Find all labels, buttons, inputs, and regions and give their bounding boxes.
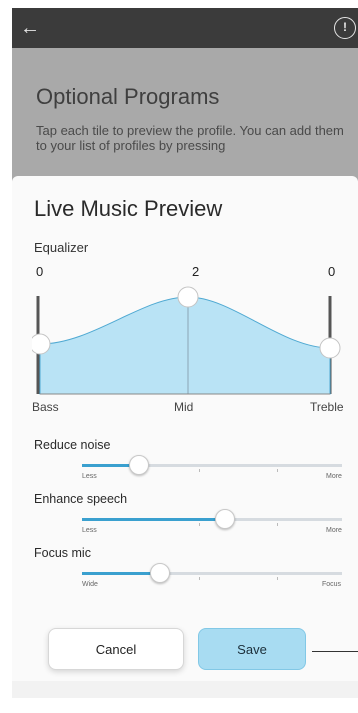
background-title: Optional Programs xyxy=(36,84,220,109)
slider-max-label: Focus xyxy=(322,581,342,588)
slider-min-label: Less xyxy=(82,527,97,534)
enhance-speech-label: Enhance speech xyxy=(34,492,128,506)
treble-label: Treble xyxy=(310,400,344,414)
slider-max-label: More xyxy=(326,527,342,534)
curve-area xyxy=(39,296,331,395)
slider-max-label: More xyxy=(326,473,342,480)
slider-tick xyxy=(277,577,278,580)
slider-min-label: Wide xyxy=(82,581,98,588)
preview-sheet: Live Music Preview Equalizer 0 2 0 Bass … xyxy=(12,176,358,681)
app-frame: ← ! Optional Programs Tap each tile to p… xyxy=(12,8,358,698)
reduce-noise-label: Reduce noise xyxy=(34,438,111,452)
treble-value: 0 xyxy=(328,264,336,279)
sheet-title: Live Music Preview xyxy=(34,196,223,221)
cancel-button[interactable]: Cancel xyxy=(48,628,184,670)
mid-label: Mid xyxy=(174,400,194,414)
bass-label: Bass xyxy=(32,400,59,414)
equalizer-label: Equalizer xyxy=(34,240,89,255)
slider-knob[interactable] xyxy=(215,509,235,529)
slider-knob[interactable] xyxy=(129,455,149,475)
slider-fill xyxy=(82,518,225,521)
equalizer-curve xyxy=(32,286,341,395)
bass-value: 0 xyxy=(36,264,44,279)
treble-knob[interactable] xyxy=(319,337,341,359)
slider-min-label: Less xyxy=(82,473,97,480)
slider-tick xyxy=(277,469,278,472)
slider-tick xyxy=(199,523,200,526)
focus-mic-label: Focus mic xyxy=(34,546,91,560)
equalizer: 0 2 0 Bass Mid Treble xyxy=(32,264,358,424)
slider-tick xyxy=(199,469,200,472)
info-circle-icon[interactable]: ! xyxy=(334,17,356,39)
focus-mic-slider[interactable] xyxy=(82,563,342,583)
mid-knob[interactable] xyxy=(177,286,199,308)
save-button[interactable]: Save xyxy=(198,628,306,670)
background-description: Tap each tile to preview the profile. Yo… xyxy=(36,123,344,153)
reduce-noise-slider[interactable] xyxy=(82,455,342,475)
mid-value: 2 xyxy=(192,264,200,279)
slider-tick xyxy=(277,523,278,526)
slider-knob[interactable] xyxy=(150,563,170,583)
bass-knob[interactable] xyxy=(32,333,51,355)
slider-fill xyxy=(82,572,160,575)
callout-line xyxy=(312,651,358,652)
top-bar: ← ! xyxy=(12,8,358,48)
slider-tick xyxy=(199,577,200,580)
arrow-left-icon[interactable]: ← xyxy=(20,14,48,42)
enhance-speech-slider[interactable] xyxy=(82,509,342,529)
